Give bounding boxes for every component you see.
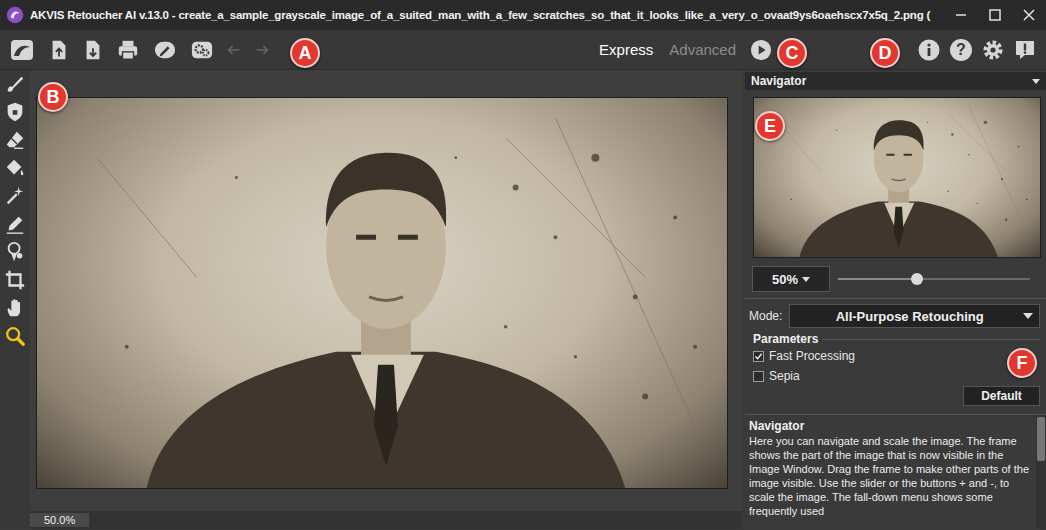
zoom-slider[interactable] [838,278,1030,280]
annotation-badge: C [777,38,807,68]
minimize-icon[interactable] [944,3,978,27]
mode-row: Mode: All-Purpose Retouching [745,304,1046,328]
help-scrollbar[interactable] [1036,415,1046,529]
default-button[interactable]: Default [963,386,1040,406]
print-icon[interactable] [116,39,140,61]
annotation-badge: B [38,82,68,112]
option-label: Fast Processing [769,349,855,363]
zoom-tool-icon[interactable] [4,325,26,347]
zoom-row: 50% [745,258,1046,292]
save-icon[interactable] [82,39,104,61]
zoom-slider-thumb[interactable] [911,273,923,285]
image-window: 50.0% [30,70,742,529]
collapse-arrow-icon[interactable] [1032,79,1040,84]
navigator-header[interactable]: Navigator [745,72,1046,90]
info-icon[interactable] [917,38,941,62]
protect-tool-icon[interactable] [4,101,26,123]
help-button[interactable]: ? [950,39,972,61]
settings-gear-icon[interactable] [981,38,1005,62]
crop-tool-icon[interactable] [4,269,26,291]
pencil-tool-icon[interactable] [4,213,26,235]
help-scrollbar-thumb[interactable] [1037,417,1045,461]
parameters-group: Parameters Fast Processing Sepia Default [745,328,1046,412]
parameter-option[interactable]: Sepia [749,366,1040,386]
status-bar: 50.0% [30,511,742,529]
window-controls [944,3,1046,27]
settings-panel: Navigator 50% Mode: All-Purpose Retouching P… [745,70,1046,529]
run-icon[interactable] [750,39,772,61]
navigator-thumbnail [753,97,1041,258]
help-panel: NavigatorHere you can navigate and scale… [745,414,1046,529]
parameters-title: Parameters [749,332,818,346]
annotation-badge: F [1007,348,1037,378]
canvas[interactable] [30,70,742,511]
window-title: AKVIS Retoucher AI v.13.0 - create_a_sam… [30,9,944,21]
akvis-logo-icon[interactable] [8,38,36,62]
hand-tool-icon[interactable] [4,297,26,319]
image-preview [36,97,728,489]
wand-tool-icon[interactable] [4,185,26,207]
batch-icon[interactable] [190,39,214,61]
zoom-value: 50% [772,272,798,287]
checkbox[interactable] [753,351,764,362]
help-text: Here you can navigate and scale the imag… [749,434,1032,518]
close-icon[interactable] [1012,3,1046,27]
tool-bar [0,70,30,529]
zoom-slider-fill [838,278,917,280]
feedback-alert-icon[interactable] [1013,38,1037,62]
stamp-tool-icon[interactable] [4,241,26,263]
brush-tool-icon[interactable] [4,73,26,95]
main-area: 50.0% Navigator 50% Mode: All-Purpose Retouc… [0,70,1046,529]
back-arrow-icon [226,42,242,58]
status-zoom: 50.0% [30,513,89,527]
share-icon[interactable] [152,39,178,61]
zoom-dropdown[interactable]: 50% [752,266,830,292]
title-bar: AKVIS Retoucher AI v.13.0 - create_a_sam… [0,0,1046,30]
maximize-icon[interactable] [978,3,1012,27]
annotation-badge: E [755,111,785,141]
zoom-arrow-icon [802,277,810,282]
help-title: Navigator [749,419,1032,434]
mode-arrow-icon [1023,313,1033,319]
mode-tab[interactable]: Express [599,39,653,60]
parameter-option[interactable]: Fast Processing [749,346,1040,366]
mode-dropdown[interactable]: All-Purpose Retouching [789,304,1040,328]
navigator-title: Navigator [751,74,1032,88]
forward-arrow-icon [254,42,270,58]
checkbox[interactable] [753,371,764,382]
annotation-badge: A [290,38,320,68]
mode-tab[interactable]: Advanced [669,39,736,60]
mode-switch: Express Advanced [599,39,736,60]
bucket-tool-icon[interactable] [4,157,26,179]
toolbar-right: ? [917,38,1046,62]
eraser-tool-icon[interactable] [4,129,26,151]
mode-value: All-Purpose Retouching [796,309,1023,324]
option-label: Sepia [769,369,800,383]
open-icon[interactable] [48,39,70,61]
annotation-badge: D [870,38,900,68]
app-logo-icon [6,6,24,24]
mode-label: Mode: [749,309,782,323]
